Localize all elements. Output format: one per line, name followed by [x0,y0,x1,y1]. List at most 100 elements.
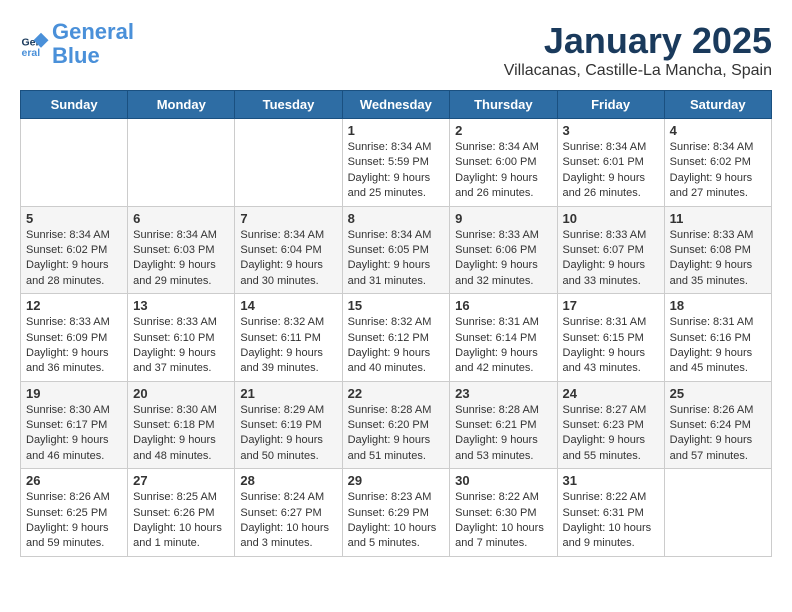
day-number: 9 [455,211,551,226]
calendar-cell: 27 Sunrise: 8:25 AM Sunset: 6:26 PM Dayli… [128,469,235,557]
weekday-header: Sunday [21,91,128,119]
logo: Gen eral General Blue [20,20,134,68]
calendar-week-row: 5 Sunrise: 8:34 AM Sunset: 6:02 PM Daylig… [21,206,772,294]
day-number: 6 [133,211,229,226]
day-number: 19 [26,386,122,401]
calendar-cell: 10 Sunrise: 8:33 AM Sunset: 6:07 PM Dayli… [557,206,664,294]
calendar-cell: 19 Sunrise: 8:30 AM Sunset: 6:17 PM Dayli… [21,381,128,469]
calendar-cell: 4Sunrise: 8:34 AM Sunset: 6:02 PM Daylig… [664,119,771,207]
calendar-cell: 18Sunrise: 8:31 AM Sunset: 6:16 PM Dayli… [664,294,771,382]
logo-blue: Blue [52,43,100,68]
svg-text:eral: eral [22,47,41,59]
calendar-cell [664,469,771,557]
day-number: 24 [563,386,659,401]
day-info: Sunrise: 8:27 AM Sunset: 6:23 PM Dayligh… [563,403,659,465]
day-number: 31 [563,473,659,488]
calendar-cell: 14Sunrise: 8:32 AM Sunset: 6:11 PM Dayli… [235,294,342,382]
day-info: Sunrise: 8:30 AM Sunset: 6:18 PM Dayligh… [133,403,229,465]
day-info: Sunrise: 8:25 AM Sunset: 6:26 PM Dayligh… [133,490,229,552]
logo-icon: Gen eral [20,29,50,59]
day-number: 21 [240,386,336,401]
day-info: Sunrise: 8:23 AM Sunset: 6:29 PM Dayligh… [348,490,445,552]
calendar-cell: 2 Sunrise: 8:34 AM Sunset: 6:00 PM Daylig… [450,119,557,207]
calendar-cell: 11 Sunrise: 8:33 AM Sunset: 6:08 PM Dayli… [664,206,771,294]
calendar-week-row: 1Sunrise: 8:34 AM Sunset: 5:59 PM Daylig… [21,119,772,207]
calendar-cell: 30Sunrise: 8:22 AM Sunset: 6:30 PM Dayli… [450,469,557,557]
calendar-cell: 16Sunrise: 8:31 AM Sunset: 6:14 PM Dayli… [450,294,557,382]
weekday-header: Tuesday [235,91,342,119]
day-info: Sunrise: 8:34 AM Sunset: 6:00 PM Dayligh… [455,140,551,202]
calendar-cell: 22 Sunrise: 8:28 AM Sunset: 6:20 PM Dayli… [342,381,450,469]
day-info: Sunrise: 8:26 AM Sunset: 6:25 PM Dayligh… [26,490,122,552]
day-info: Sunrise: 8:33 AM Sunset: 6:10 PM Dayligh… [133,315,229,377]
calendar-cell: 28Sunrise: 8:24 AM Sunset: 6:27 PM Dayli… [235,469,342,557]
calendar-cell: 9Sunrise: 8:33 AM Sunset: 6:06 PM Daylig… [450,206,557,294]
day-info: Sunrise: 8:34 AM Sunset: 6:04 PM Dayligh… [240,228,336,290]
day-info: Sunrise: 8:24 AM Sunset: 6:27 PM Dayligh… [240,490,336,552]
day-number: 10 [563,211,659,226]
day-info: Sunrise: 8:33 AM Sunset: 6:07 PM Dayligh… [563,228,659,290]
day-info: Sunrise: 8:26 AM Sunset: 6:24 PM Dayligh… [670,403,766,465]
day-info: Sunrise: 8:34 AM Sunset: 6:01 PM Dayligh… [563,140,659,202]
day-number: 4 [670,123,766,138]
logo-general: General [52,19,134,44]
logo-text: General Blue [52,20,134,68]
calendar-cell: 5 Sunrise: 8:34 AM Sunset: 6:02 PM Daylig… [21,206,128,294]
day-info: Sunrise: 8:34 AM Sunset: 6:05 PM Dayligh… [348,228,445,290]
weekday-header: Monday [128,91,235,119]
calendar-cell: 6 Sunrise: 8:34 AM Sunset: 6:03 PM Daylig… [128,206,235,294]
day-number: 11 [670,211,766,226]
day-info: Sunrise: 8:34 AM Sunset: 6:02 PM Dayligh… [26,228,122,290]
day-info: Sunrise: 8:32 AM Sunset: 6:11 PM Dayligh… [240,315,336,377]
calendar-cell: 26 Sunrise: 8:26 AM Sunset: 6:25 PM Dayli… [21,469,128,557]
weekday-header: Thursday [450,91,557,119]
calendar-cell: 25 Sunrise: 8:26 AM Sunset: 6:24 PM Dayli… [664,381,771,469]
day-number: 17 [563,298,659,313]
day-info: Sunrise: 8:32 AM Sunset: 6:12 PM Dayligh… [348,315,445,377]
day-number: 12 [26,298,122,313]
day-info: Sunrise: 8:33 AM Sunset: 6:08 PM Dayligh… [670,228,766,290]
day-info: Sunrise: 8:33 AM Sunset: 6:09 PM Dayligh… [26,315,122,377]
weekday-header: Saturday [664,91,771,119]
calendar-cell: 23 Sunrise: 8:28 AM Sunset: 6:21 PM Dayli… [450,381,557,469]
day-info: Sunrise: 8:34 AM Sunset: 6:03 PM Dayligh… [133,228,229,290]
calendar-week-row: 26 Sunrise: 8:26 AM Sunset: 6:25 PM Dayli… [21,469,772,557]
calendar-cell: 13 Sunrise: 8:33 AM Sunset: 6:10 PM Dayli… [128,294,235,382]
calendar-cell: 15Sunrise: 8:32 AM Sunset: 6:12 PM Dayli… [342,294,450,382]
day-number: 25 [670,386,766,401]
calendar-week-row: 19 Sunrise: 8:30 AM Sunset: 6:17 PM Dayli… [21,381,772,469]
calendar-table: SundayMondayTuesdayWednesdayThursdayFrid… [20,90,772,557]
day-number: 7 [240,211,336,226]
day-info: Sunrise: 8:29 AM Sunset: 6:19 PM Dayligh… [240,403,336,465]
day-number: 16 [455,298,551,313]
day-number: 26 [26,473,122,488]
day-number: 5 [26,211,122,226]
calendar-cell [128,119,235,207]
calendar-cell: 1Sunrise: 8:34 AM Sunset: 5:59 PM Daylig… [342,119,450,207]
day-number: 8 [348,211,445,226]
calendar-cell: 8 Sunrise: 8:34 AM Sunset: 6:05 PM Daylig… [342,206,450,294]
weekday-header: Wednesday [342,91,450,119]
day-number: 27 [133,473,229,488]
calendar-cell: 17Sunrise: 8:31 AM Sunset: 6:15 PM Dayli… [557,294,664,382]
day-info: Sunrise: 8:28 AM Sunset: 6:21 PM Dayligh… [455,403,551,465]
day-number: 29 [348,473,445,488]
calendar-cell: 24 Sunrise: 8:27 AM Sunset: 6:23 PM Dayli… [557,381,664,469]
day-number: 23 [455,386,551,401]
day-info: Sunrise: 8:28 AM Sunset: 6:20 PM Dayligh… [348,403,445,465]
calendar-cell: 12 Sunrise: 8:33 AM Sunset: 6:09 PM Dayli… [21,294,128,382]
day-number: 2 [455,123,551,138]
calendar-cell: 31 Sunrise: 8:22 AM Sunset: 6:31 PM Dayli… [557,469,664,557]
page-title: January 2025 [504,20,772,62]
day-number: 30 [455,473,551,488]
page-header: Gen eral General Blue January 2025 Villa… [20,20,772,80]
day-number: 22 [348,386,445,401]
day-number: 20 [133,386,229,401]
calendar-header-row: SundayMondayTuesdayWednesdayThursdayFrid… [21,91,772,119]
day-info: Sunrise: 8:34 AM Sunset: 5:59 PM Dayligh… [348,140,445,202]
calendar-cell: 3Sunrise: 8:34 AM Sunset: 6:01 PM Daylig… [557,119,664,207]
day-info: Sunrise: 8:30 AM Sunset: 6:17 PM Dayligh… [26,403,122,465]
day-number: 13 [133,298,229,313]
day-info: Sunrise: 8:22 AM Sunset: 6:31 PM Dayligh… [563,490,659,552]
calendar-cell: 7 Sunrise: 8:34 AM Sunset: 6:04 PM Daylig… [235,206,342,294]
